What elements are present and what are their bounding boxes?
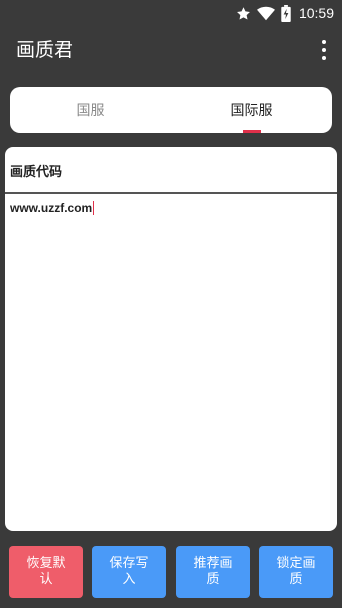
save-write-button[interactable]: 保存写入 (92, 546, 166, 598)
more-vert-icon[interactable] (320, 40, 328, 60)
recommend-quality-button[interactable]: 推荐画质 (176, 546, 250, 598)
tab-bar: 国服 国际服 (10, 87, 332, 133)
tab-cn-server-label: 国服 (76, 103, 105, 119)
code-textarea[interactable]: www.uzzf.com (10, 201, 95, 215)
app-bar: 画质君 (0, 26, 342, 74)
code-divider (5, 192, 337, 194)
lock-quality-button[interactable]: 锁定画质 (259, 546, 333, 598)
tab-intl-server[interactable]: 国际服 (171, 87, 332, 133)
tab-active-indicator (242, 130, 261, 133)
status-icons: 10:59 (236, 3, 334, 23)
status-time: 10:59 (298, 5, 334, 21)
battery-charging-icon (281, 4, 291, 22)
tab-intl-server-label: 国际服 (230, 103, 273, 119)
status-bar: 10:59 (0, 0, 342, 26)
app-title: 画质君 (16, 39, 74, 61)
tab-cn-server[interactable]: 国服 (10, 87, 171, 133)
wifi-icon (256, 6, 275, 21)
star-icon (236, 6, 251, 21)
restore-default-button[interactable]: 恢复默认 (9, 546, 83, 598)
code-card: 画质代码 www.uzzf.com (5, 147, 337, 531)
text-cursor (93, 201, 95, 215)
code-label: 画质代码 (10, 165, 63, 180)
code-text-value: www.uzzf.com (10, 201, 93, 215)
